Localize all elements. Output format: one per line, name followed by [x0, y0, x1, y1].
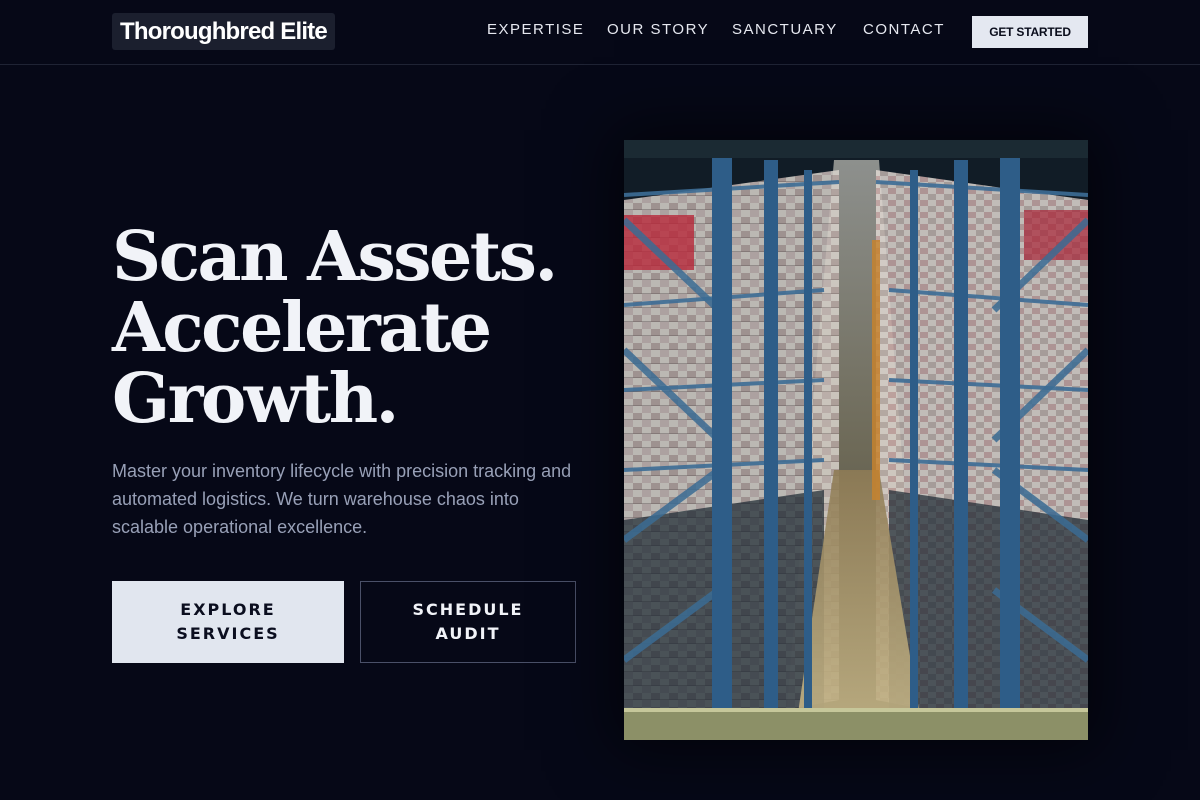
schedule-audit-button[interactable]: SCHEDULE AUDIT [360, 581, 576, 663]
hero-headline: Scan Assets. Accelerate Growth. [112, 222, 592, 435]
headline-line-3: Growth. [112, 359, 399, 439]
headline-line-2: Accelerate [112, 288, 492, 368]
nav-link-contact[interactable]: CONTACT [863, 21, 945, 39]
headline-line-1: Scan Assets. [112, 217, 558, 297]
get-started-button[interactable]: GET STARTED [972, 16, 1088, 48]
nav-link-sanctuary[interactable]: SANCTUARY [732, 21, 838, 39]
explore-services-button[interactable]: EXPLORE SERVICES [112, 581, 344, 663]
site-header: Thoroughbred Elite EXPERTISE OUR STORY S… [0, 0, 1200, 65]
warehouse-illustration [624, 140, 1088, 740]
nav-link-expertise[interactable]: EXPERTISE [487, 21, 584, 39]
brand-logo[interactable]: Thoroughbred Elite [112, 13, 335, 50]
hero-description: Master your inventory lifecycle with pre… [112, 461, 572, 537]
warehouse-photo [624, 140, 1088, 740]
nav-link-our-story[interactable]: OUR STORY [607, 21, 709, 39]
